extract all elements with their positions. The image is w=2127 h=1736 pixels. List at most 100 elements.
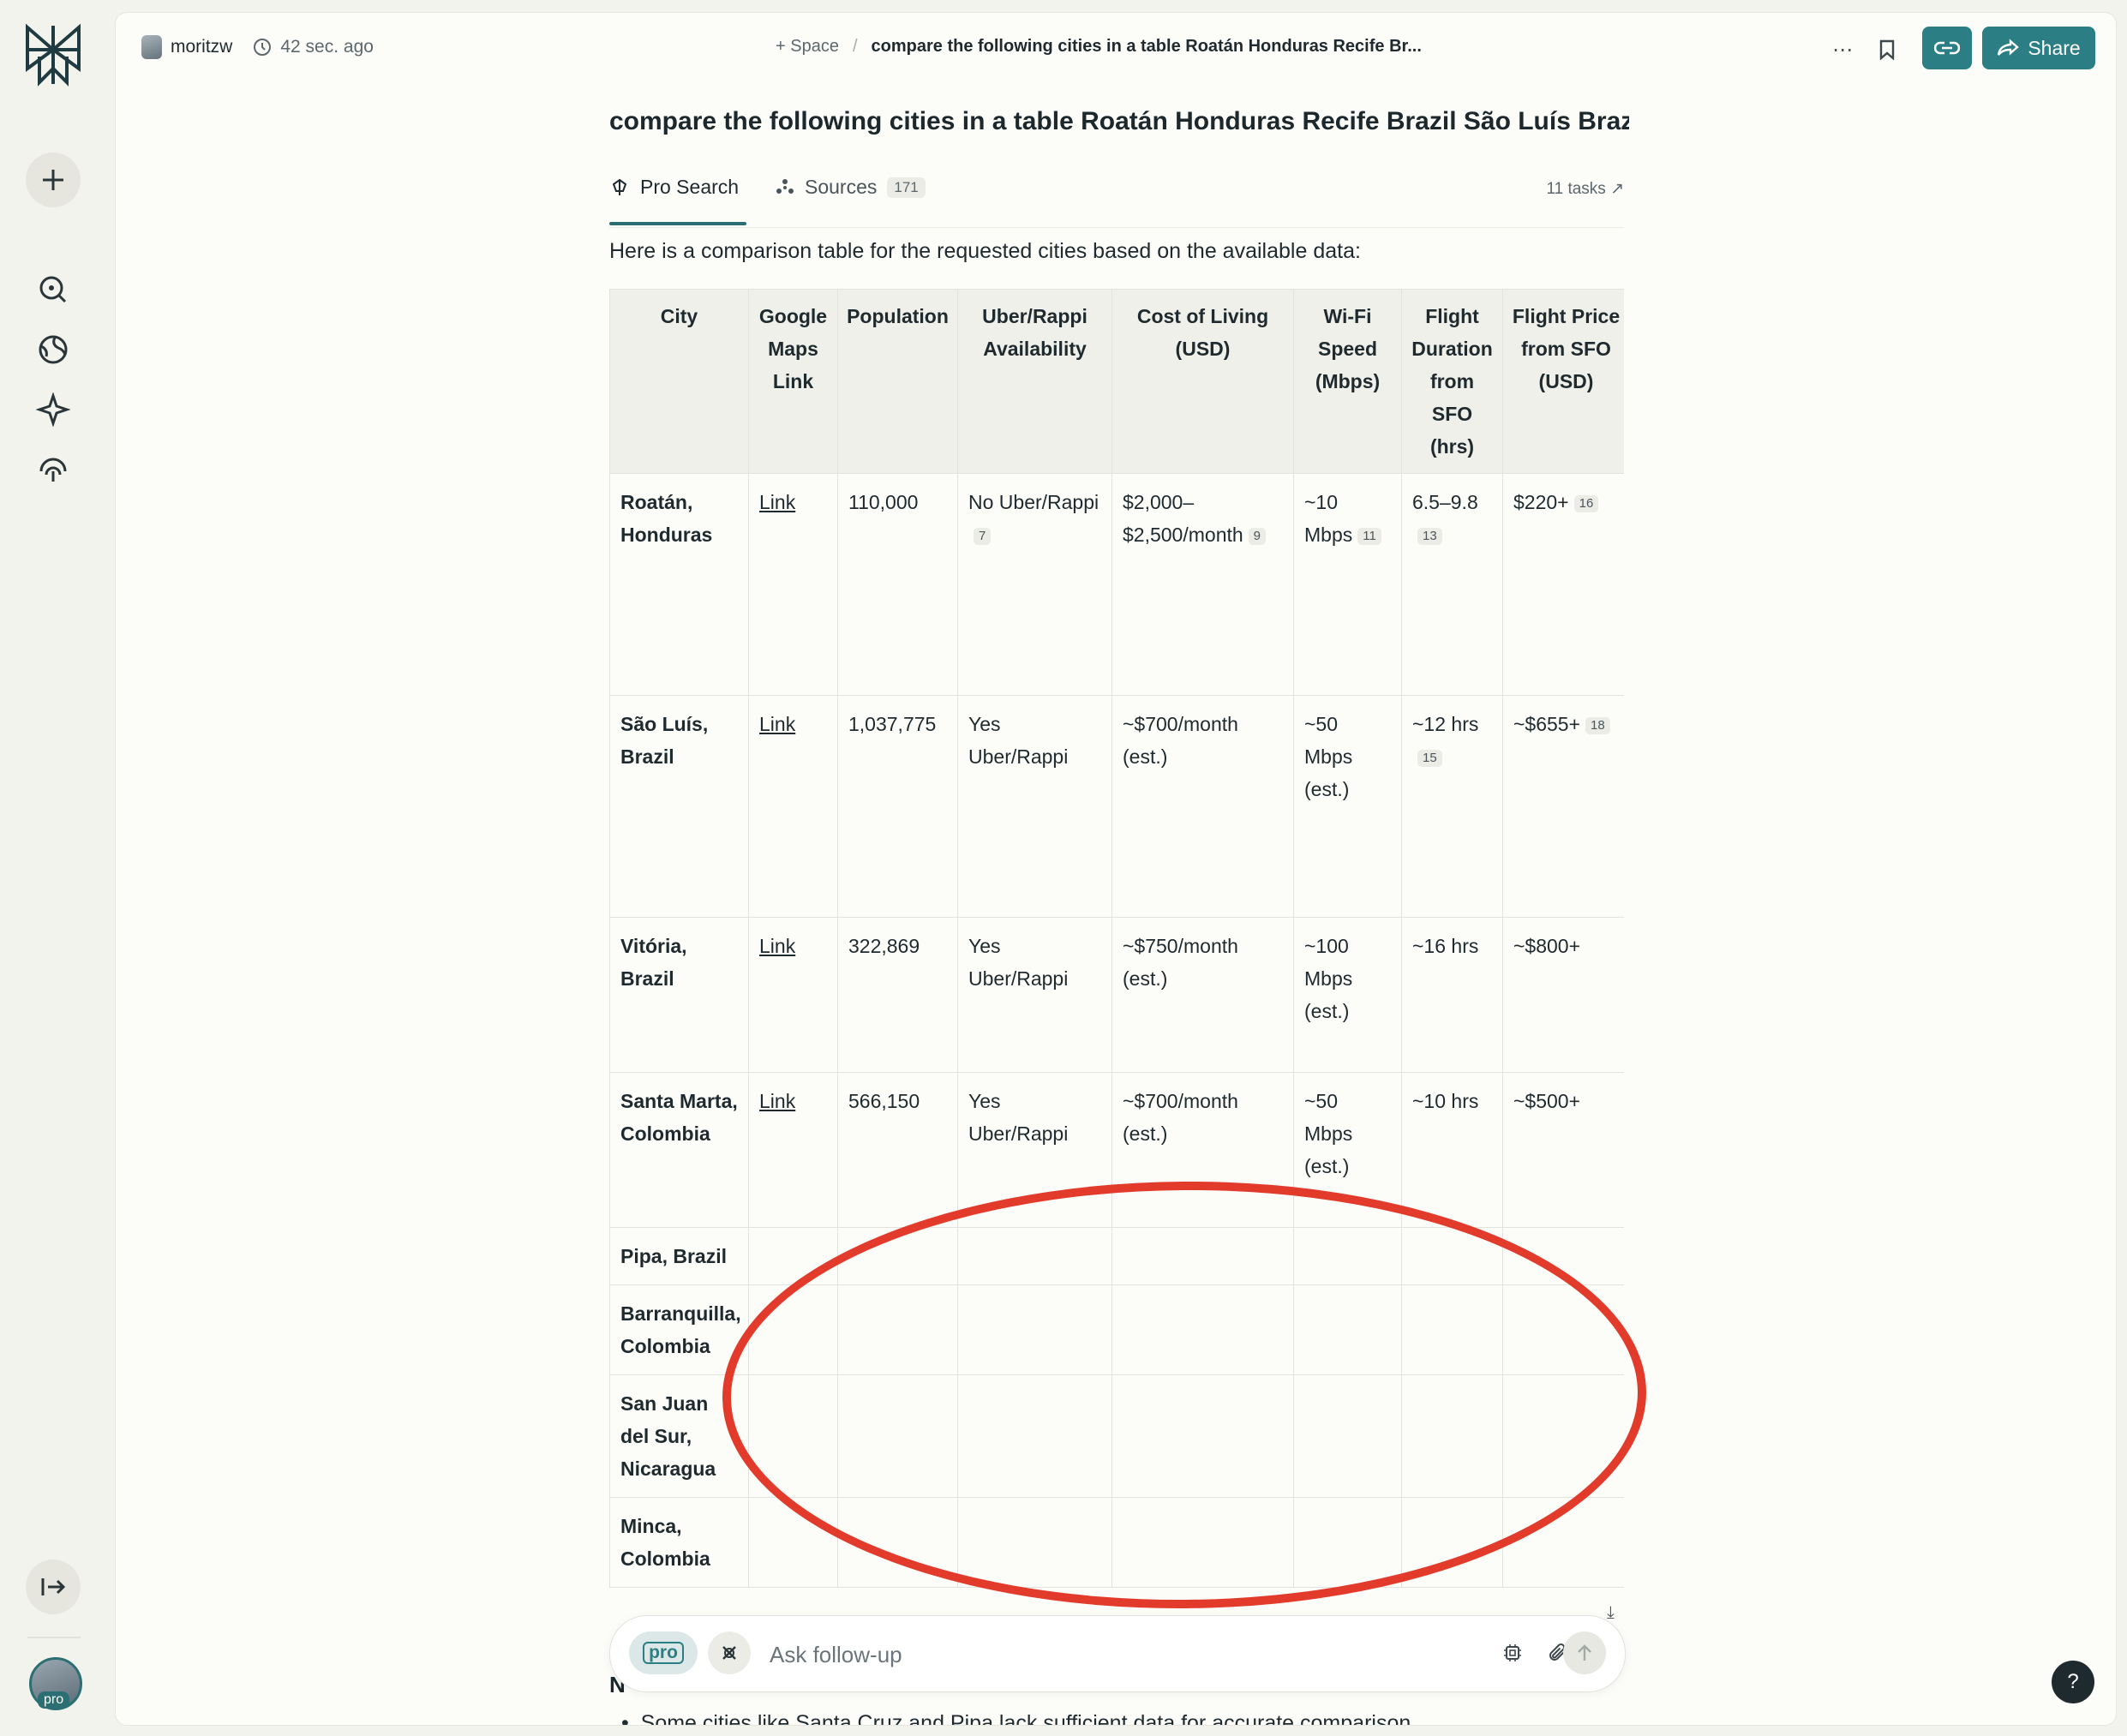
focus-icon — [722, 1646, 736, 1660]
table-row: Roatán, Honduras Link 110,000 No Uber/Ra… — [609, 473, 1624, 696]
empty-cell — [1293, 1497, 1402, 1588]
plus-icon — [43, 170, 63, 190]
column-header: Wi-Fi Speed (Mbps) — [1293, 289, 1402, 474]
maps-link-cell: Link — [748, 1072, 838, 1228]
empty-cell — [957, 1497, 1112, 1588]
empty-cell — [1111, 1374, 1294, 1498]
active-tab-indicator — [609, 222, 746, 225]
maps-link-cell: Link — [748, 695, 838, 918]
perplexity-logo-icon[interactable] — [22, 22, 84, 87]
follow-up-input[interactable] — [768, 1635, 1371, 1674]
bookmark-icon[interactable] — [1874, 37, 1900, 63]
tab-sources-label: Sources — [805, 176, 878, 198]
empty-cell — [957, 1374, 1112, 1498]
citation-badge[interactable]: 11 — [1357, 527, 1381, 545]
cost-cell: ~$700/month (est.) — [1111, 695, 1294, 918]
flight-price-cell: ~$655+ 18 — [1502, 695, 1624, 918]
citation-badge[interactable]: 15 — [1417, 749, 1442, 767]
uber-cell: Yes Uber/Rappi — [957, 695, 1112, 918]
wifi-cell: ~10 Mbps 11 — [1293, 473, 1402, 696]
empty-cell — [1111, 1497, 1294, 1588]
empty-cell — [1401, 1374, 1503, 1498]
thread-title: compare the following cities in a table … — [609, 107, 1629, 135]
focus-button[interactable] — [708, 1631, 751, 1674]
flight-duration-cell: ~16 hrs — [1401, 917, 1503, 1073]
cost-cell: $2,000–$2,500/month 9 — [1111, 473, 1294, 696]
time-ago: 42 sec. ago — [280, 37, 374, 57]
copy-link-button[interactable] — [1922, 27, 1972, 69]
author-name[interactable]: moritzw — [171, 37, 232, 57]
author-avatar — [141, 35, 162, 59]
empty-cell — [957, 1284, 1112, 1375]
expand-icon — [41, 1578, 66, 1595]
help-button[interactable]: ? — [2052, 1661, 2094, 1703]
empty-cell — [957, 1227, 1112, 1285]
flight-duration-cell: 6.5–9.813 — [1401, 473, 1503, 696]
library-icon[interactable] — [36, 452, 70, 487]
globe-icon[interactable] — [36, 332, 70, 367]
search-icon[interactable] — [36, 272, 70, 307]
table-row: São Luís, Brazil Link 1,037,775 Yes Uber… — [609, 695, 1624, 918]
empty-cell — [837, 1374, 958, 1498]
table-row: Minca, Colombia — [609, 1497, 1624, 1588]
pro-toggle[interactable]: pro — [629, 1631, 698, 1674]
city-cell: Santa Marta, Colombia — [609, 1072, 749, 1228]
empty-cell — [1401, 1497, 1503, 1588]
comparison-table: City Google Maps Link Population Uber/Ra… — [609, 289, 1624, 1588]
table-row: San Juan del Sur, Nicaragua — [609, 1374, 1624, 1498]
column-header: Flight Price from SFO (USD) — [1502, 289, 1624, 474]
maps-link[interactable]: Link — [759, 935, 795, 957]
population-cell: 1,037,775 — [837, 695, 958, 918]
left-rail: pro — [0, 0, 115, 1736]
thread-meta: moritzw 42 sec. ago — [141, 35, 374, 59]
table-row: Vitória, Brazil Link 322,869 Yes Uber/Ra… — [609, 917, 1624, 1073]
maps-link[interactable]: Link — [759, 491, 795, 513]
maps-link-cell: Link — [748, 473, 838, 696]
share-button[interactable]: Share — [1982, 27, 2095, 69]
add-to-space-link[interactable]: + Space — [776, 37, 839, 57]
scroll-down-icon[interactable]: ⤓ — [1607, 1603, 1615, 1623]
wifi-cell: ~50 Mbps (est.) — [1293, 695, 1402, 918]
column-header: Flight Duration from SFO (hrs) — [1401, 289, 1503, 474]
empty-cell — [837, 1497, 958, 1588]
wifi-cell: ~100 Mbps (est.) — [1293, 917, 1402, 1073]
tab-sources[interactable]: Sources 171 — [776, 176, 926, 199]
expand-sidebar-button[interactable] — [26, 1559, 81, 1614]
maps-link[interactable]: Link — [759, 1090, 795, 1112]
column-header: Google Maps Link — [748, 289, 838, 474]
citation-badge[interactable]: 13 — [1417, 527, 1442, 545]
empty-cell — [837, 1227, 958, 1285]
sparkle-icon[interactable] — [36, 392, 70, 427]
population-cell: 566,150 — [837, 1072, 958, 1228]
sources-icon — [776, 178, 794, 194]
submit-button[interactable] — [1563, 1631, 1606, 1674]
breadcrumb-thread-title[interactable]: compare the following cities in a table … — [872, 37, 1422, 57]
city-cell: Minca, Colombia — [609, 1497, 749, 1588]
empty-cell — [1111, 1284, 1294, 1375]
citation-badge[interactable]: 16 — [1573, 494, 1599, 512]
rail-divider — [27, 1637, 81, 1638]
empty-cell — [1293, 1374, 1402, 1498]
maps-link-cell: Link — [748, 917, 838, 1073]
citation-badge[interactable]: 7 — [974, 527, 992, 545]
new-thread-button[interactable] — [26, 153, 81, 207]
citation-badge[interactable]: 18 — [1585, 716, 1610, 734]
citation-badge[interactable]: 9 — [1248, 527, 1267, 545]
breadcrumb-separator: / — [852, 37, 858, 56]
empty-cell — [1111, 1227, 1294, 1285]
model-selector-icon[interactable] — [1500, 1640, 1525, 1666]
more-options-icon[interactable]: ⋯ — [1830, 37, 1855, 63]
share-icon — [1998, 39, 2020, 56]
comparison-table-container: City Google Maps Link Population Uber/Ra… — [609, 289, 1624, 1595]
answer-tabs: Pro Search Sources 171 11 tasks ↗ — [609, 164, 1624, 228]
tasks-link[interactable]: 11 tasks ↗ — [1546, 179, 1624, 199]
empty-cell — [1293, 1227, 1402, 1285]
tab-pro-search[interactable]: Pro Search — [609, 176, 739, 199]
city-cell: Barranquilla, Colombia — [609, 1284, 749, 1375]
pro-toggle-label: pro — [643, 1642, 684, 1664]
clock-icon — [254, 39, 272, 56]
maps-link[interactable]: Link — [759, 713, 795, 735]
empty-cell — [1293, 1284, 1402, 1375]
empty-cell — [837, 1284, 958, 1375]
empty-cell — [748, 1284, 838, 1375]
